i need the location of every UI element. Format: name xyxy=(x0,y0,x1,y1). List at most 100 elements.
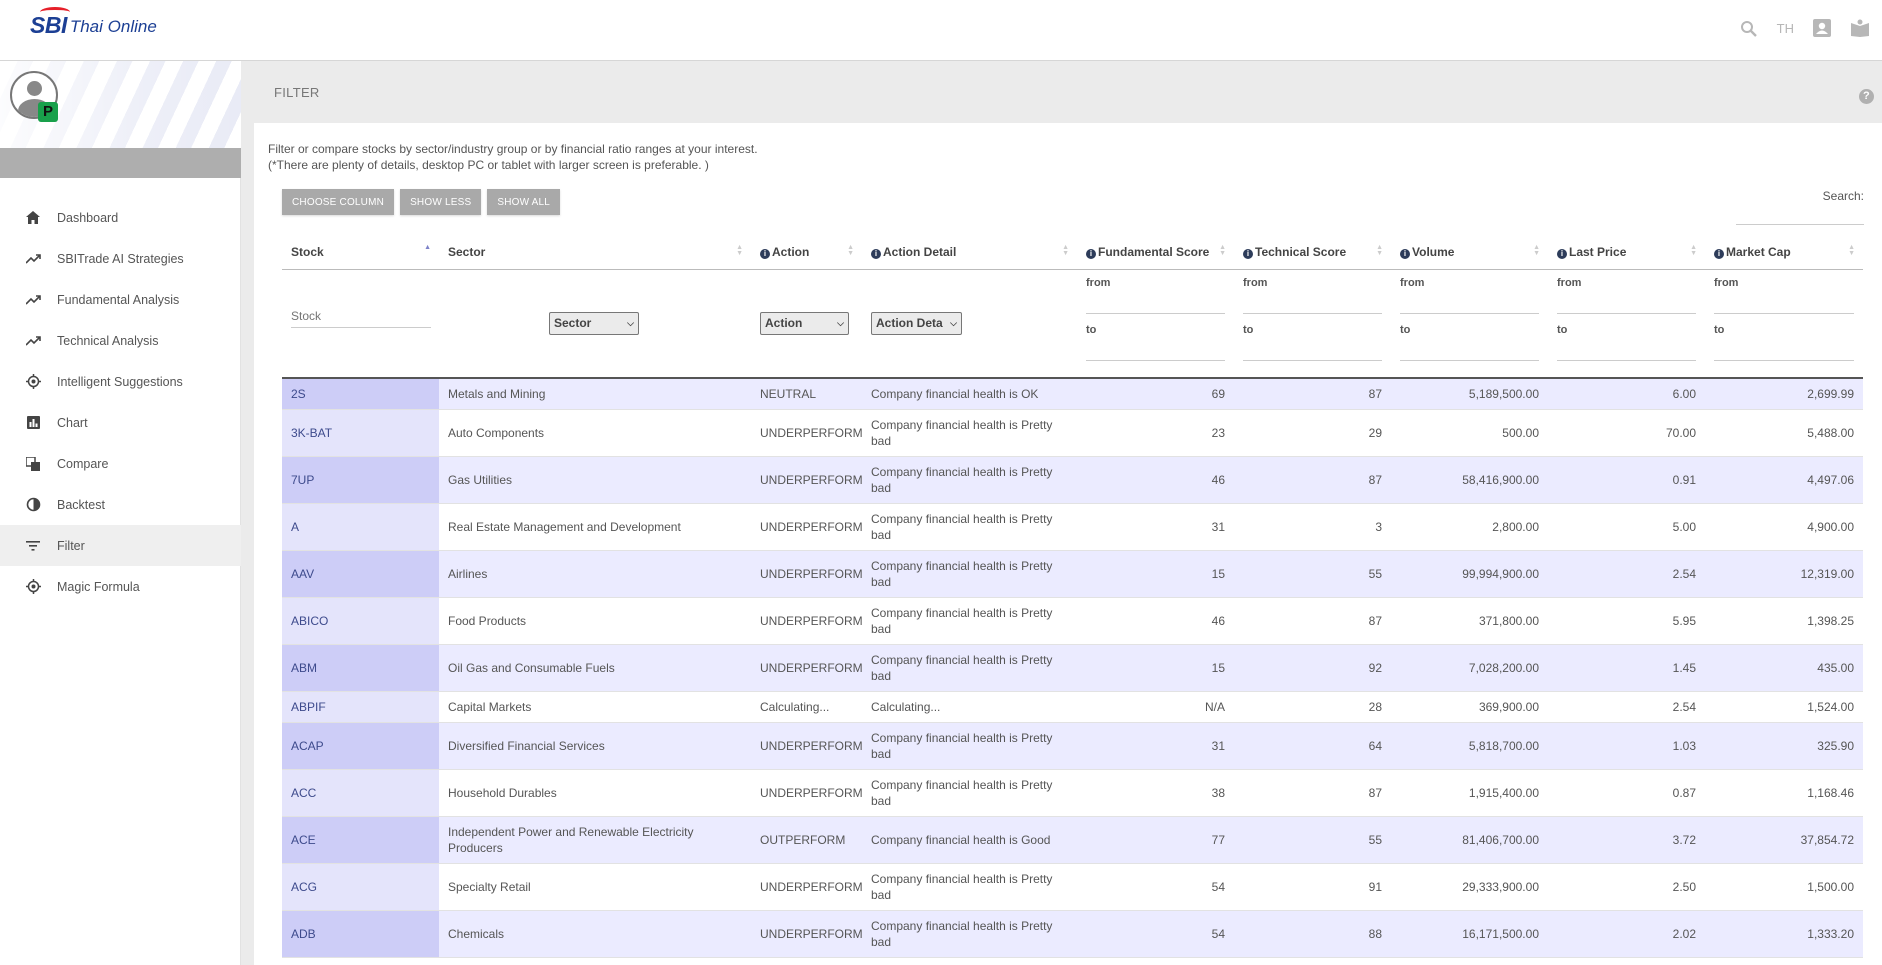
description-line: Filter or compare stocks by sector/indus… xyxy=(268,142,758,156)
cell-technical-score: 87 xyxy=(1234,769,1391,817)
info-icon[interactable]: i xyxy=(1086,248,1096,259)
choose-column-button[interactable]: CHOOSE COLUMN xyxy=(282,189,395,215)
language-toggle[interactable]: TH xyxy=(1777,21,1794,36)
help-icon[interactable]: ? xyxy=(1859,89,1874,104)
range-from-input[interactable] xyxy=(1086,294,1225,314)
column-header-action-detail[interactable]: i Action Detail ▲ ▼ xyxy=(862,235,1077,270)
cell-stock[interactable]: A xyxy=(282,503,439,551)
column-header-fundamental-score[interactable]: i Fundamental Score ▲ ▼ xyxy=(1077,235,1234,270)
cell-stock[interactable]: ACAP xyxy=(282,722,439,770)
cell-market-cap: 12,319.00 xyxy=(1705,550,1863,598)
column-header-action[interactable]: i Action ▲ ▼ xyxy=(751,235,862,270)
table-row[interactable]: ACE Independent Power and Renewable Elect… xyxy=(282,816,1863,864)
info-icon[interactable]: i xyxy=(1714,248,1724,259)
range-to-input[interactable] xyxy=(1400,341,1539,361)
search-icon[interactable] xyxy=(1739,18,1759,38)
sort-icon: ▲ ▼ xyxy=(1848,244,1855,257)
table-row[interactable]: 2S Metals and Mining NEUTRAL Company financ… xyxy=(282,378,1863,410)
cell-market-cap: 5,488.00 xyxy=(1705,409,1863,457)
sidebar-item-magic-formula[interactable]: Magic Formula xyxy=(0,566,241,607)
range-to-input[interactable] xyxy=(1243,341,1382,361)
action-detail-select[interactable]: Action Deta ⌵ xyxy=(871,311,962,335)
table-row[interactable]: A Real Estate Management and Development U… xyxy=(282,503,1863,551)
sidebar-item-label: Chart xyxy=(57,415,88,430)
column-header-last-price[interactable]: i Last Price ▲ ▼ xyxy=(1548,235,1705,270)
range-from-label: from xyxy=(1557,276,1582,289)
cell-stock[interactable]: AAV xyxy=(282,550,439,598)
cell-volume: 58,416,900.00 xyxy=(1391,456,1548,504)
show-all-button[interactable]: SHOW ALL xyxy=(487,189,561,215)
chevron-down-icon: ⌵ xyxy=(627,317,634,328)
logo[interactable]: SBI Thai Online xyxy=(30,7,157,39)
range-from-input[interactable] xyxy=(1400,294,1539,314)
table-row[interactable]: ABPIF Capital Markets Calculating... Calcul… xyxy=(282,691,1863,723)
cell-market-cap: 325.90 xyxy=(1705,722,1863,770)
range-from-label: from xyxy=(1714,276,1739,289)
cell-stock[interactable]: 7UP xyxy=(282,456,439,504)
show-less-button[interactable]: SHOW LESS xyxy=(400,189,482,215)
sidebar-item-technical-analysis[interactable]: Technical Analysis xyxy=(0,320,241,361)
sidebar-item-dashboard[interactable]: Dashboard xyxy=(0,197,241,238)
cell-market-cap: 1,168.46 xyxy=(1705,769,1863,817)
sort-asc-icon: ▲ xyxy=(424,244,431,251)
cell-stock[interactable]: ACE xyxy=(282,816,439,864)
range-to-input[interactable] xyxy=(1086,341,1225,361)
cell-last-price: 2.54 xyxy=(1548,550,1705,598)
column-header-technical-score[interactable]: i Technical Score ▲ ▼ xyxy=(1234,235,1391,270)
table-row[interactable]: 7UP Gas Utilities UNDERPERFORM Company fina… xyxy=(282,456,1863,504)
range-from-input[interactable] xyxy=(1243,294,1382,314)
cell-stock[interactable]: ACC xyxy=(282,769,439,817)
sidebar-item-sbitrade-ai-strategies[interactable]: SBITrade AI Strategies xyxy=(0,238,241,279)
sector-select[interactable]: Sector ⌵ xyxy=(549,311,639,335)
column-header-volume[interactable]: i Volume ▲ ▼ xyxy=(1391,235,1548,270)
table-row[interactable]: ACAP Diversified Financial Services UNDERP… xyxy=(282,722,1863,770)
market-cap-range-filter: from to xyxy=(1705,269,1863,379)
cell-stock[interactable]: ACG xyxy=(282,863,439,911)
user-profile-icon[interactable] xyxy=(1812,18,1832,38)
sidebar-item-compare[interactable]: Compare xyxy=(0,443,241,484)
sidebar-item-label: Dashboard xyxy=(57,210,119,225)
info-icon[interactable]: i xyxy=(1243,248,1253,259)
table-row[interactable]: ACG Specialty Retail UNDERPERFORM Company f… xyxy=(282,863,1863,911)
cell-stock[interactable]: ABM xyxy=(282,644,439,692)
action-select[interactable]: Action ⌵ xyxy=(760,311,849,335)
info-icon[interactable]: i xyxy=(871,248,881,259)
sidebar-item-backtest[interactable]: Backtest xyxy=(0,484,241,525)
table-row[interactable]: ABM Oil Gas and Consumable Fuels UNDERPERF… xyxy=(282,644,1863,692)
table-row[interactable]: ACC Household Durables UNDERPERFORM Company… xyxy=(282,769,1863,817)
range-from-input[interactable] xyxy=(1714,294,1854,314)
column-header-sector[interactable]: Sector ▲ ▼ xyxy=(439,235,751,270)
cell-stock[interactable]: ABICO xyxy=(282,597,439,645)
filter-icon xyxy=(25,538,41,554)
range-to-label: to xyxy=(1557,323,1568,336)
range-to-input[interactable] xyxy=(1557,341,1696,361)
cell-sector: Metals and Mining xyxy=(439,378,751,410)
info-icon[interactable]: i xyxy=(1557,248,1567,259)
cell-action: UNDERPERFORM xyxy=(751,550,863,598)
column-header-market-cap[interactable]: i Market Cap ▲ ▼ xyxy=(1705,235,1863,270)
cell-fundamental-score: 69 xyxy=(1077,378,1234,410)
range-to-input[interactable] xyxy=(1714,341,1854,361)
table-row[interactable]: AAV Airlines UNDERPERFORM Company financial… xyxy=(282,550,1863,598)
info-icon[interactable]: i xyxy=(1400,248,1410,259)
range-from-input[interactable] xyxy=(1557,294,1696,314)
table-row[interactable]: ABICO Food Products UNDERPERFORM Company fi… xyxy=(282,597,1863,645)
cell-stock[interactable]: ADB xyxy=(282,910,439,958)
cell-stock[interactable]: 2S xyxy=(282,378,439,410)
search-input[interactable] xyxy=(1736,205,1864,225)
cell-fundamental-score: N/A xyxy=(1077,691,1234,723)
table-row[interactable]: 3K-BAT Auto Components UNDERPERFORM Company… xyxy=(282,409,1863,457)
stock-filter-input[interactable] xyxy=(291,305,431,328)
cell-last-price: 2.02 xyxy=(1548,910,1705,958)
column-header-stock[interactable]: Stock ▲ xyxy=(282,235,439,270)
cell-stock[interactable]: 3K-BAT xyxy=(282,409,439,457)
sidebar-item-filter[interactable]: Filter xyxy=(0,525,241,566)
info-icon[interactable]: i xyxy=(760,248,770,259)
cell-fundamental-score: 46 xyxy=(1077,456,1234,504)
sidebar-item-chart[interactable]: Chart xyxy=(0,402,241,443)
cell-stock[interactable]: ABPIF xyxy=(282,691,439,723)
book-icon[interactable] xyxy=(1850,18,1870,38)
table-row[interactable]: ADB Chemicals UNDERPERFORM Company financia… xyxy=(282,910,1863,958)
sidebar-item-intelligent-suggestions[interactable]: Intelligent Suggestions xyxy=(0,361,241,402)
sidebar-item-fundamental-analysis[interactable]: Fundamental Analysis xyxy=(0,279,241,320)
